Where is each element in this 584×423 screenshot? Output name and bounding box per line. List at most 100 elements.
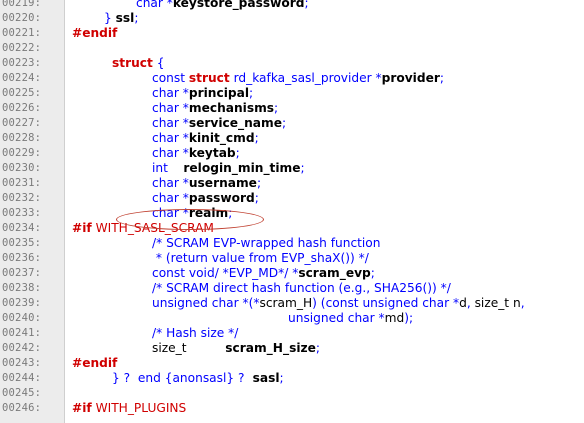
code-line: 00223: struct { bbox=[0, 56, 584, 71]
line-number: 00226: bbox=[2, 102, 42, 114]
code-line: 00224: const struct rd_kafka_sasl_provide… bbox=[0, 71, 584, 86]
code-token: n bbox=[509, 296, 521, 310]
code-token: ; bbox=[370, 266, 375, 280]
line-number: 00229: bbox=[2, 147, 42, 159]
code-token: #if bbox=[72, 221, 92, 235]
code-token: EVP_MD bbox=[228, 266, 279, 280]
code-text: } ssl; bbox=[104, 11, 138, 26]
code-token: unsigned char bbox=[288, 311, 375, 325]
code-token: * bbox=[178, 131, 189, 145]
code-token: scram_H bbox=[259, 296, 313, 310]
line-number: 00231: bbox=[2, 177, 42, 189]
line-number: 00236: bbox=[2, 252, 42, 264]
code-token: mechanisms bbox=[188, 101, 275, 115]
line-number: 00227: bbox=[2, 117, 42, 129]
code-token: ; bbox=[304, 0, 309, 10]
code-token: ; bbox=[249, 86, 254, 100]
code-view[interactable]: 00219: char *keystore_password; 00220:} ss… bbox=[0, 0, 584, 416]
code-token: service_name bbox=[188, 116, 282, 130]
code-text: const void/ *EVP_MD*/ *scram_evp; bbox=[152, 266, 375, 281]
code-token: ssl bbox=[115, 11, 135, 25]
code-token: * bbox=[178, 116, 189, 130]
line-number: 00222: bbox=[2, 42, 42, 54]
code-line: 00246: #if WITH_PLUGINS bbox=[0, 401, 584, 416]
code-token: ; bbox=[235, 146, 240, 160]
code-token: /* SCRAM direct hash function (e.g., SHA… bbox=[152, 281, 451, 295]
code-line: 00229: char *keytab; bbox=[0, 146, 584, 161]
code-token: ; bbox=[439, 71, 444, 85]
code-token: char bbox=[152, 176, 179, 190]
code-token: username bbox=[188, 176, 257, 190]
code-token: #endif bbox=[72, 26, 118, 40]
code-token: struct bbox=[112, 56, 153, 70]
line-number: 00238: bbox=[2, 282, 42, 294]
code-text: /* SCRAM direct hash function (e.g., SHA… bbox=[152, 281, 451, 296]
code-line: 00222: bbox=[0, 41, 584, 56]
code-token: * bbox=[178, 86, 189, 100]
code-text: char *kinit_cmd; bbox=[152, 131, 259, 146]
code-line: 00244:} ? end {anonsasl} ? sasl; bbox=[0, 371, 584, 386]
code-text: #endif bbox=[72, 356, 117, 371]
code-text: const struct rd_kafka_sasl_provider *pro… bbox=[152, 71, 444, 86]
code-token: #endif bbox=[72, 356, 118, 370]
code-token: , bbox=[520, 296, 525, 310]
highlight-ellipse bbox=[116, 209, 264, 230]
code-token: ; bbox=[315, 341, 320, 355]
code-token: * bbox=[178, 101, 189, 115]
code-text: struct { bbox=[112, 56, 164, 71]
code-line: 00221: #endif bbox=[0, 26, 584, 41]
code-token: int bbox=[152, 161, 168, 175]
code-line: 00220: } ssl; bbox=[0, 11, 584, 26]
code-token: rd_kafka_sasl_provider bbox=[229, 71, 372, 85]
line-number: 00220: bbox=[2, 12, 42, 24]
code-token: relogin_min_time bbox=[183, 161, 301, 175]
code-token: keytab bbox=[188, 146, 236, 160]
code-text: char *password; bbox=[152, 191, 259, 206]
code-token: ; bbox=[300, 161, 305, 175]
line-number: 00237: bbox=[2, 267, 42, 279]
line-number: 00223: bbox=[2, 57, 42, 69]
code-token: char bbox=[152, 146, 179, 160]
code-text: char *keystore_password; bbox=[136, 0, 309, 11]
code-token: scram_H_size bbox=[225, 341, 316, 355]
code-token: * (return value from EVP_shaX()) */ bbox=[152, 251, 369, 265]
code-token: * bbox=[371, 71, 382, 85]
line-number: 00228: bbox=[2, 132, 42, 144]
code-line: 00236: * (return value from EVP_shaX()) … bbox=[0, 251, 584, 266]
line-number: 00245: bbox=[2, 387, 42, 399]
code-text: char *principal; bbox=[152, 86, 253, 101]
code-token: /* Hash size */ bbox=[152, 326, 239, 340]
code-token: principal bbox=[188, 86, 249, 100]
line-number: 00219: bbox=[2, 0, 42, 9]
code-line: 00228: char *kinit_cmd; bbox=[0, 131, 584, 146]
code-token: ) ( bbox=[312, 296, 326, 310]
code-token: keystore_password bbox=[172, 0, 305, 10]
code-token: * bbox=[178, 176, 189, 190]
code-token: ; bbox=[254, 191, 259, 205]
code-line: 00238: /* SCRAM direct hash function (e.g… bbox=[0, 281, 584, 296]
code-line: 00232: char *password; bbox=[0, 191, 584, 206]
line-number: 00233: bbox=[2, 207, 42, 219]
code-token: ; bbox=[274, 101, 279, 115]
code-line: 00245: bbox=[0, 386, 584, 401]
line-number: 00242: bbox=[2, 342, 42, 354]
code-text: char *keytab; bbox=[152, 146, 240, 161]
code-token: size_t bbox=[474, 296, 510, 310]
code-token: password bbox=[188, 191, 255, 205]
code-token: struct bbox=[188, 71, 230, 85]
code-line: 00235: /* SCRAM EVP-wrapped hash function bbox=[0, 236, 584, 251]
code-line: 00231: char *username; bbox=[0, 176, 584, 191]
code-token: char bbox=[136, 0, 163, 10]
code-line: 00243: #endif bbox=[0, 356, 584, 371]
code-token: char bbox=[152, 191, 179, 205]
code-token: * bbox=[178, 191, 189, 205]
code-token: /* SCRAM EVP-wrapped hash function bbox=[152, 236, 381, 250]
code-text: unsigned char *md); bbox=[288, 311, 413, 326]
code-token: * bbox=[449, 296, 460, 310]
code-text: } ? end {anonsasl} ? sasl; bbox=[112, 371, 284, 386]
code-token: } bbox=[104, 11, 116, 25]
code-token: ; bbox=[256, 176, 262, 190]
code-line: 00219: char *keystore_password; bbox=[0, 0, 584, 11]
line-number: 00234: bbox=[2, 222, 42, 234]
